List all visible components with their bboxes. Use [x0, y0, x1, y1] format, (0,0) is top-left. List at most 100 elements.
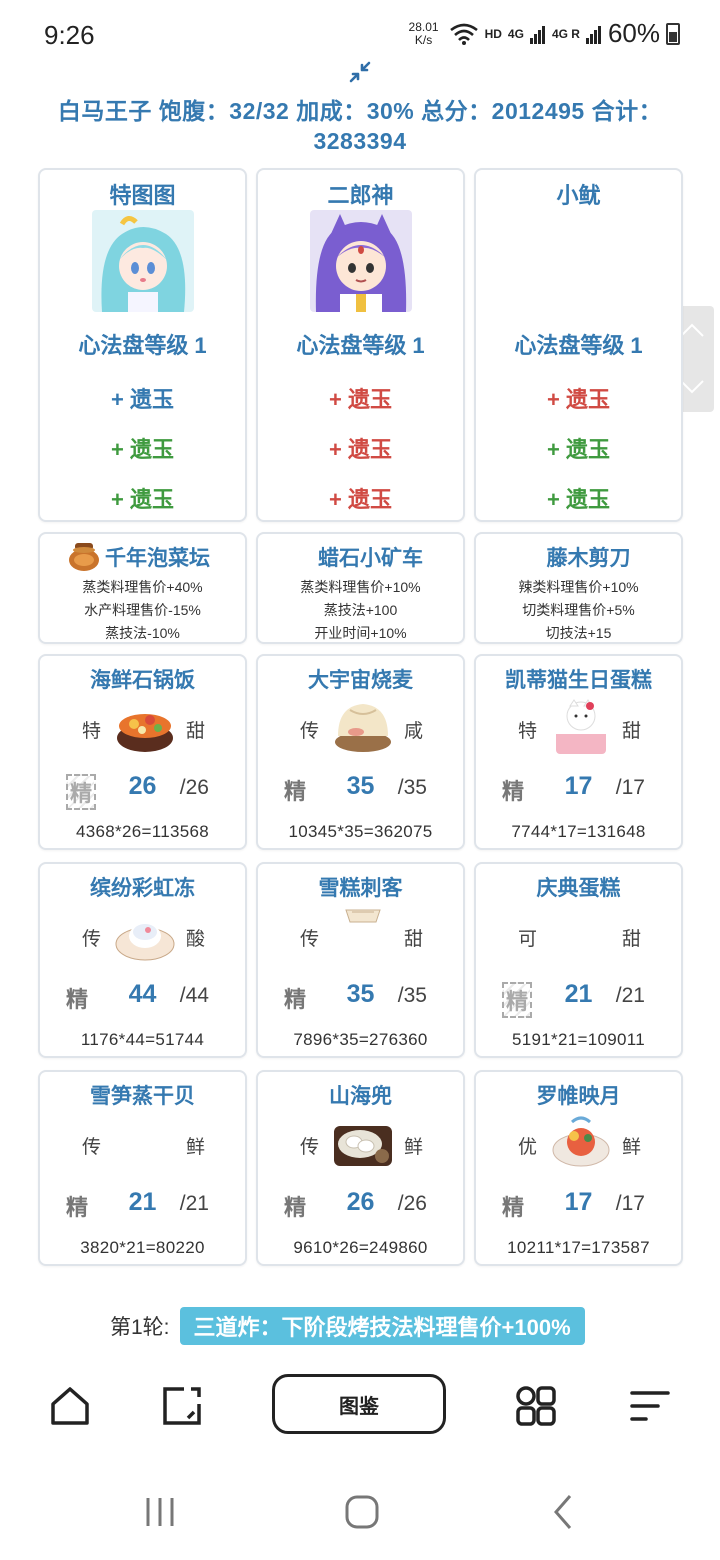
dish-formula: 9610*26=249860: [293, 1238, 428, 1257]
dish-max: /44: [179, 984, 209, 1007]
chef-name: 二郎神: [327, 183, 394, 208]
dish-rank: 传: [82, 1137, 102, 1158]
equipment-card[interactable]: 蜡石小矿车 蒸类料理售价+10% 蒸技法+100 开业时间+10%: [256, 532, 465, 644]
dish-flavor: 甜: [185, 721, 205, 742]
dish-name: 庆典蛋糕: [536, 877, 621, 900]
dish-flavor: 鲜: [621, 1137, 641, 1158]
dish-count[interactable]: 26: [258, 1188, 463, 1217]
menu-icon[interactable]: [628, 1384, 672, 1428]
dish-card[interactable]: 缤纷彩虹冻 传 酸 精 44 /44 1176*44=51744: [38, 862, 247, 1058]
jade-slot[interactable]: + 遗玉: [476, 482, 681, 514]
status-time: 9:26: [44, 20, 95, 50]
dish-count[interactable]: 17: [476, 1188, 681, 1217]
dish-count[interactable]: 35: [258, 980, 463, 1009]
status-bar: 9:26 28.01 K/s HD 4G 4G R 60%: [0, 0, 720, 64]
dish-count[interactable]: 35: [258, 772, 463, 801]
disk-level: 心法盘等级 1: [78, 333, 207, 358]
signal-4g-icon: 4G: [507, 26, 524, 41]
dish-count[interactable]: 21: [40, 1188, 245, 1217]
jade-slot[interactable]: + 遗玉: [258, 382, 463, 414]
collapse-icon[interactable]: [348, 60, 372, 84]
encyclopedia-button[interactable]: 图鉴: [272, 1374, 446, 1434]
battery-percent: 60%: [607, 18, 660, 48]
dish-card[interactable]: 雪糕刺客 传 甜 精 35 /35 7896*35=276360: [256, 862, 465, 1058]
dish-flavor: 甜: [621, 929, 641, 950]
signal-bars-icon-2: [585, 25, 601, 44]
edit-icon[interactable]: [160, 1384, 204, 1428]
chef-avatar[interactable]: [310, 210, 412, 312]
chef-card[interactable]: 二郎神 心法盘等级 1 + 遗玉 + 遗玉 + 遗玉: [256, 168, 465, 522]
dish-max: /17: [615, 776, 645, 799]
dish-card[interactable]: 雪笋蒸干贝 传 鲜 精 21 /21 3820*21=80220: [38, 1070, 247, 1266]
recent-apps-icon[interactable]: [140, 1492, 180, 1532]
hello-kitty-cake-image: [556, 699, 606, 754]
home-button-icon[interactable]: [342, 1492, 382, 1532]
shumai-image: [335, 704, 391, 752]
dish-name: 缤纷彩虹冻: [90, 877, 195, 900]
dish-max: /35: [397, 984, 427, 1007]
signal-bars-icon: [529, 25, 545, 44]
equipment-name: 千年泡菜坛: [105, 547, 210, 570]
dish-rank: 优: [518, 1137, 538, 1158]
dish-card[interactable]: 山海兜 传 鲜 精 26 /26 9610*26=249860: [256, 1070, 465, 1266]
dish-rank: 传: [300, 721, 320, 742]
equipment-effect: 辣类料理售价+10%: [518, 579, 639, 595]
dish-flavor: 甜: [621, 721, 641, 742]
dish-flavor: 鲜: [185, 1137, 205, 1158]
jade-slot[interactable]: + 遗玉: [258, 432, 463, 464]
chef-card[interactable]: 特图图 心法盘等级 1 + 遗玉 + 遗玉 + 遗玉: [38, 168, 247, 522]
back-icon[interactable]: [544, 1492, 584, 1532]
dish-flavor: 甜: [403, 929, 423, 950]
equipment-name: 藤木剪刀: [546, 547, 631, 570]
dish-count[interactable]: 44: [40, 980, 245, 1009]
equipment-effect: 开业时间+10%: [314, 625, 407, 641]
round-rule-badge[interactable]: 三道炸：下阶段烤技法料理售价+100%: [179, 1307, 585, 1345]
dish-card[interactable]: 庆典蛋糕 可 甜 精 21 /21 5191*21=109011: [474, 862, 683, 1058]
dish-name: 大宇宙烧麦: [308, 669, 413, 692]
dish-name: 雪糕刺客: [318, 877, 403, 900]
dish-name: 山海兜: [329, 1085, 392, 1108]
equipment-effect: 切类料理售价+5%: [522, 602, 635, 618]
dish-count[interactable]: 26: [40, 772, 245, 801]
dish-count[interactable]: 21: [476, 980, 681, 1009]
chef-avatar[interactable]: [92, 210, 194, 312]
summary-total: 3283394: [313, 128, 407, 154]
moon-dish-image: [552, 1116, 610, 1167]
dish-rank: 可: [518, 929, 538, 950]
jade-slot[interactable]: + 遗玉: [40, 432, 245, 464]
jade-slot[interactable]: + 遗玉: [258, 482, 463, 514]
dish-rank: 传: [300, 1137, 320, 1158]
dish-card[interactable]: 凯蒂猫生日蛋糕 特 甜 精 17 /17 7744*17=131648: [474, 654, 683, 850]
dish-name: 雪笋蒸干贝: [90, 1085, 195, 1108]
dish-flavor: 咸: [403, 721, 423, 742]
grid-icon[interactable]: [514, 1384, 558, 1428]
equipment-name: 蜡石小矿车: [318, 547, 423, 570]
dish-formula: 3820*21=80220: [80, 1238, 205, 1257]
chef-card[interactable]: 小鱿 心法盘等级 1 + 遗玉 + 遗玉 + 遗玉: [474, 168, 683, 522]
dish-rank: 传: [300, 929, 320, 950]
jade-slot[interactable]: + 遗玉: [476, 382, 681, 414]
dish-card[interactable]: 罗帷映月 优 鲜 精 17 /17 10211*17=173587: [474, 1070, 683, 1266]
equipment-effect: 切技法+15: [545, 625, 612, 641]
jade-slot[interactable]: + 遗玉: [40, 382, 245, 414]
dish-formula: 7744*17=131648: [511, 822, 646, 841]
jade-slot[interactable]: + 遗玉: [476, 432, 681, 464]
dish-rank: 传: [82, 929, 102, 950]
equipment-effect: 水产料理售价-15%: [84, 602, 201, 618]
signal-4g-roaming-icon: 4G R: [551, 26, 580, 41]
home-icon[interactable]: [48, 1384, 92, 1428]
dish-card[interactable]: 海鲜石锅饭 特 甜 精 26 /26 4368*26=113568: [38, 654, 247, 850]
network-speed: 28.01 K/s: [408, 19, 439, 47]
dish-formula: 10345*35=362075: [288, 822, 433, 841]
equipment-effects: 辣类料理售价+10% 切类料理售价+5% 切技法+15: [476, 576, 681, 645]
dish-flavor: 酸: [185, 929, 205, 950]
battery-icon: [666, 22, 680, 45]
equipment-card[interactable]: 藤木剪刀 辣类料理售价+10% 切类料理售价+5% 切技法+15: [474, 532, 683, 644]
equipment-effects: 蒸类料理售价+40% 水产料理售价-15% 蒸技法-10%: [40, 576, 245, 645]
dish-name: 罗帷映月: [536, 1085, 621, 1108]
jade-slot[interactable]: + 遗玉: [40, 482, 245, 514]
summary-line: 白马王子 饱腹：32/32 加成：30% 总分：2012495 合计：: [57, 98, 663, 124]
dish-count[interactable]: 17: [476, 772, 681, 801]
equipment-card[interactable]: 千年泡菜坛 蒸类料理售价+40% 水产料理售价-15% 蒸技法-10%: [38, 532, 247, 644]
dish-card[interactable]: 大宇宙烧麦 传 咸 精 35 /35 10345*35=362075: [256, 654, 465, 850]
